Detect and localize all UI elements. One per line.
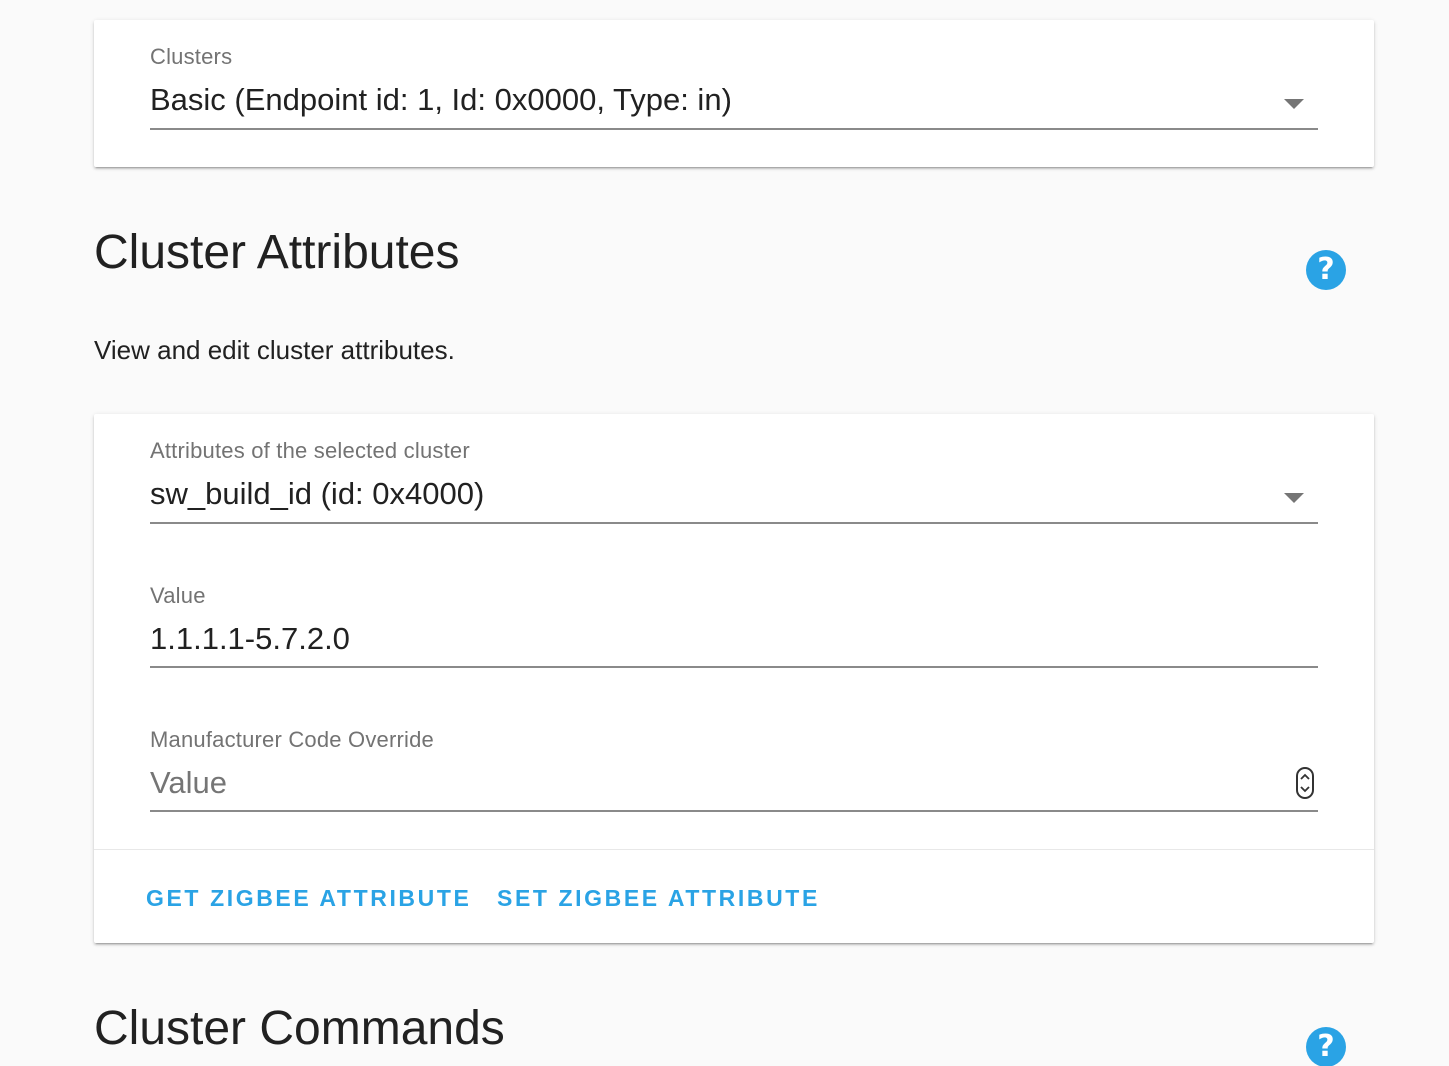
clusters-underline [150, 128, 1318, 130]
chevron-down-icon[interactable] [1284, 99, 1304, 109]
value-field[interactable]: Value 1.1.1.1-5.7.2.0 [150, 583, 1318, 673]
value-label: Value [150, 583, 206, 608]
clusters-selected-value[interactable]: Basic (Endpoint id: 1, Id: 0x0000, Type:… [150, 82, 732, 118]
card-actions: GET ZIGBEE ATTRIBUTE SET ZIGBEE ATTRIBUT… [94, 849, 1374, 944]
value-input[interactable]: 1.1.1.1-5.7.2.0 [150, 621, 350, 657]
chevron-down-icon[interactable] [1284, 493, 1304, 503]
clusters-card: Clusters Basic (Endpoint id: 1, Id: 0x00… [94, 20, 1374, 167]
clusters-label: Clusters [150, 44, 233, 69]
manufacturer-code-field[interactable]: Manufacturer Code Override Value [150, 727, 1318, 817]
value-underline [150, 666, 1318, 668]
attribute-select-label: Attributes of the selected cluster [150, 438, 470, 463]
cluster-attributes-title: Cluster Attributes [94, 226, 460, 279]
number-spinner-icon[interactable] [1296, 767, 1314, 799]
manufacturer-code-input[interactable]: Value [150, 765, 227, 801]
cluster-commands-title: Cluster Commands [94, 1002, 505, 1055]
manufacturer-code-underline [150, 810, 1318, 812]
get-zigbee-attribute-button[interactable]: GET ZIGBEE ATTRIBUTE [146, 885, 471, 912]
cluster-attributes-description: View and edit cluster attributes. [94, 335, 455, 365]
zha-cluster-page: Clusters Basic (Endpoint id: 1, Id: 0x00… [0, 0, 1449, 1066]
attribute-dropdown[interactable]: Attributes of the selected cluster sw_bu… [150, 438, 1318, 528]
set-zigbee-attribute-button[interactable]: SET ZIGBEE ATTRIBUTE [497, 885, 820, 912]
manufacturer-code-label: Manufacturer Code Override [150, 727, 434, 752]
cluster-attributes-card: Attributes of the selected cluster sw_bu… [94, 414, 1374, 943]
attribute-underline [150, 522, 1318, 524]
help-icon[interactable]: ? [1306, 1027, 1346, 1066]
help-icon[interactable]: ? [1306, 250, 1346, 290]
clusters-dropdown[interactable]: Clusters Basic (Endpoint id: 1, Id: 0x00… [150, 44, 1318, 134]
attribute-selected-value[interactable]: sw_build_id (id: 0x4000) [150, 476, 484, 512]
